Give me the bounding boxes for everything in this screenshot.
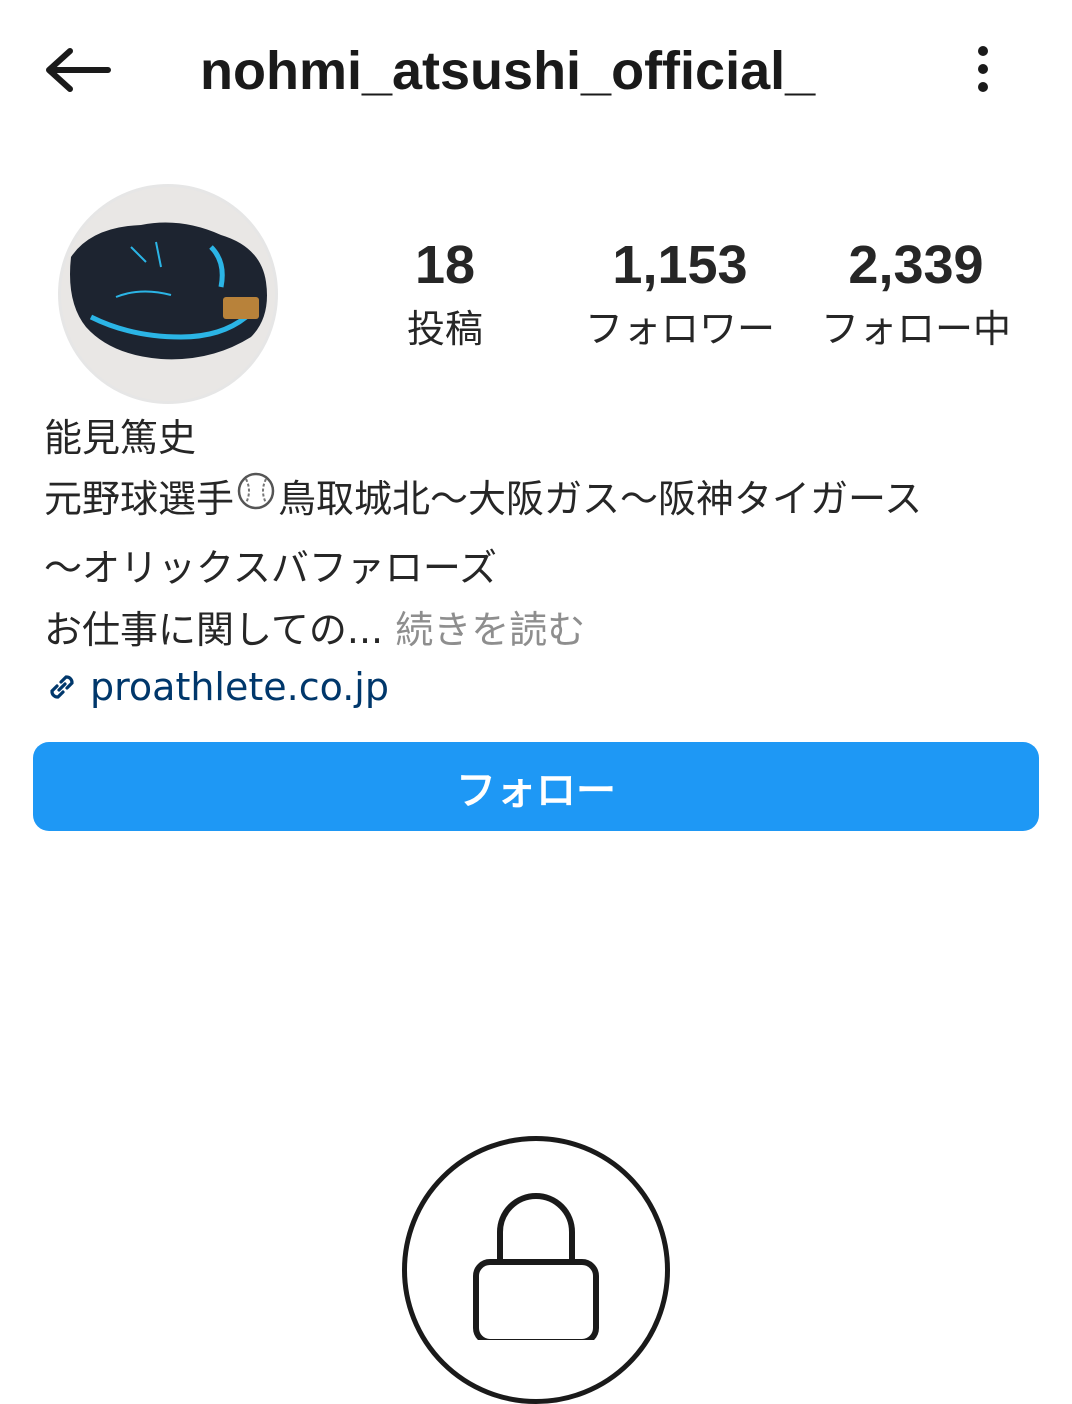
follow-button[interactable]: フォロー (33, 742, 1039, 831)
followers-label: フォロワー (584, 307, 775, 351)
bio-line-1-prefix: 元野球選手 (44, 477, 235, 521)
more-options-button[interactable] (960, 36, 1006, 102)
following-number: 2,339 (848, 235, 984, 295)
arrow-left-icon (46, 48, 111, 92)
profile-bio: 能見篤史 元野球選手 鳥取城北〜大阪ガス〜阪神タイガース 〜オリックスバファローズ… (44, 410, 1044, 715)
bio-truncated-text: お仕事に関しての... (44, 607, 384, 652)
bio-line-2: 〜オリックスバファローズ (44, 545, 497, 590)
profile-link-text: proathlete.co.jp (90, 664, 389, 709)
profile-name: 能見篤史 (44, 416, 197, 460)
back-button[interactable] (40, 36, 116, 104)
posts-label: 投稿 (406, 307, 483, 351)
read-more-link[interactable]: 続きを読む (395, 608, 585, 652)
link-icon (44, 669, 80, 705)
page-title: nohmi_atsushi_official_ (200, 41, 816, 101)
more-vertical-icon (978, 46, 988, 92)
baseball-icon (236, 465, 276, 531)
profile-link[interactable]: proathlete.co.jp (44, 659, 1044, 715)
following-count[interactable]: 2,339 フォロー中 (806, 232, 1026, 360)
top-bar: nohmi_atsushi_official_ (0, 0, 1072, 140)
bio-line-1-suffix: 鳥取城北〜大阪ガス〜阪神タイガース (278, 477, 923, 521)
following-label: フォロー中 (820, 307, 1011, 351)
followers-count[interactable]: 1,153 フォロワー (570, 232, 790, 360)
posts-count[interactable]: 18 投稿 (380, 232, 510, 360)
avatar[interactable] (58, 184, 278, 404)
lock-icon (473, 1193, 599, 1340)
posts-number: 18 (414, 235, 476, 295)
bio-line-3: お仕事に関しての... 続きを読む (44, 601, 1044, 659)
followers-number: 1,153 (612, 235, 748, 295)
baseball-glove-photo (61, 187, 275, 401)
bio-line-1: 元野球選手 鳥取城北〜大阪ガス〜阪神タイガース (44, 466, 1044, 535)
